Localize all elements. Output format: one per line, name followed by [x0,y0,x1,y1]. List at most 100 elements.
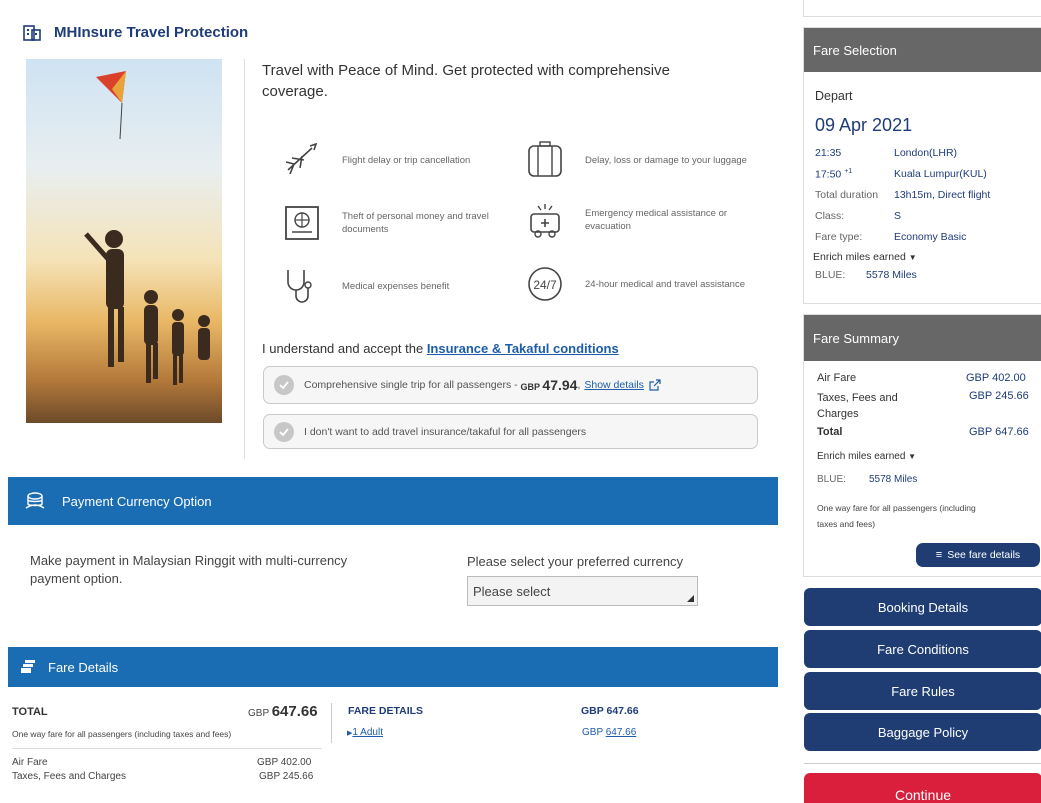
summary-taxes-label: Taxes, Fees and Charges [817,392,898,420]
air-fare-value: GBP 402.00 [257,757,312,768]
booking-details-button[interactable]: Booking Details [804,588,1041,626]
divider [244,59,245,459]
air-fare-label: Air Fare [12,757,48,768]
depart-label: Depart [815,89,853,103]
fare-summary-header: Fare Summary [804,315,1041,361]
nav-divider [804,763,1041,764]
currency-select-label: Please select your preferred currency [467,554,684,569]
option-scope: for all passengers [503,425,587,438]
total-label: TOTAL [12,706,48,718]
fare-details-header: FARE DETAILS [348,705,424,717]
faretype-label: Fare type: [815,231,863,243]
insurance-option-decline[interactable]: I don't want to add travel insurance/tak… [263,414,758,449]
dep-time: 21:35 [815,147,842,159]
benefit-medical: Medical expenses benefit [282,266,512,306]
money-stack-icon [21,660,35,673]
currency-description: Make payment in Malaysian Ringgit with m… [30,553,348,586]
benefit-emergency: Emergency medical assistance or evacuati… [525,200,755,240]
benefit-text: Delay, loss or damage to your luggage [585,154,747,166]
benefit-text: Flight delay or trip cancellation [342,154,471,166]
summary-note: One way fare for all passengers (includi… [817,503,976,529]
adult-row[interactable]: ▶1 Adult [347,727,383,738]
baggage-policy-button[interactable]: Baggage Policy [804,713,1041,751]
fare-selection-header: Fare Selection [804,28,1041,72]
total-amount: GBP 647.66 [248,703,318,720]
benefit-theft: Theft of personal money and travel docum… [282,203,512,243]
summary-air-fare-label: Air Fare [817,372,857,384]
benefit-luggage: Delay, loss or damage to your luggage [525,140,755,180]
insurance-headline: Travel with Peace of Mind. Get protected… [262,62,670,100]
coins-icon [25,492,45,509]
fare-summary-panel: Fare Summary [803,314,1041,577]
duration-label: Total duration [815,189,879,201]
taxes-label: Taxes, Fees and Charges [12,771,126,782]
tier-label: BLUE: [815,269,846,281]
taxes-value: GBP 245.66 [259,771,314,782]
summary-tier-miles: 5578 Miles [869,474,918,485]
benefit-text: Theft of personal money and travel docum… [342,211,489,235]
show-details-link[interactable]: Show details [584,379,644,391]
enrich-miles-toggle[interactable]: Enrich miles earned ▼ [813,251,917,263]
ambulance-icon [530,204,560,238]
luggage-icon [528,141,562,177]
passport-icon [285,206,319,240]
adult-amount: GBP 647.66 [582,727,637,738]
insurance-title: MHInsure Travel Protection [54,23,249,41]
stethoscope-icon [287,270,312,303]
summary-air-fare-value: GBP 402.00 [966,372,1026,384]
option-scope: for all passengers - [428,379,518,391]
option-label: I don't want to add travel insurance/tak… [304,425,501,438]
check-circle-icon[interactable] [274,375,294,395]
benefit-flight-delay: Flight delay or trip cancellation [282,140,512,180]
adult-link[interactable]: 1 Adult [352,727,383,738]
faretype-value: Economy Basic [894,231,967,243]
accept-terms: I understand and accept the Insurance & … [262,341,619,356]
building-icon [23,25,41,41]
external-link-icon[interactable] [649,379,661,391]
tier-miles: 5578 Miles [866,269,917,281]
option-price: GBP 47.94 [520,377,578,393]
list-icon: ≡ [935,549,943,561]
caret-down-icon: ▼ [908,452,917,461]
fare-rules-button[interactable]: Fare Rules [804,672,1041,710]
payment-currency-band: Payment Currency Option [8,477,778,525]
summary-enrich-toggle[interactable]: Enrich miles earned ▼ [817,451,916,462]
caret-down-icon: ▼ [908,253,917,262]
fare-rule [12,748,322,749]
summary-total-value: GBP 647.66 [969,426,1029,438]
arr-city: Kuala Lumpur(KUL) [894,168,987,180]
fare-divider [331,703,332,743]
total-note: One way fare for all passengers (includi… [12,729,232,739]
dropdown-arrow-icon [687,595,694,602]
summary-taxes-value: GBP 245.66 [969,390,1029,402]
check-circle-icon[interactable] [274,421,294,442]
arr-time: 17:50 +1 [815,168,853,181]
accept-text: I understand and accept the [262,341,424,356]
airplane-icon [285,142,318,175]
insurance-conditions-link[interactable]: Insurance & Takaful conditions [427,341,619,356]
depart-date: 09 Apr 2021 [815,115,913,135]
svg-text:24/7: 24/7 [533,278,557,292]
summary-tier-label: BLUE: [817,474,846,485]
see-fare-details-button[interactable]: ≡ See fare details [916,543,1040,567]
currency-select-value: Please select [473,584,551,599]
benefit-text: Emergency medical assistance or evacuati… [585,208,728,232]
continue-button[interactable]: Continue [804,773,1041,803]
band-title: Fare Details [48,659,119,675]
fare-conditions-button[interactable]: Fare Conditions [804,630,1041,668]
band-title: Payment Currency Option [62,493,212,509]
summary-total-label: Total [817,426,843,438]
beach-family-photo [26,59,222,423]
class-label: Class: [815,210,845,222]
currency-select[interactable]: Please select [467,576,698,606]
duration-value: 13h15m, Direct flight [894,189,991,201]
fare-details-amount: GBP 647.66 [581,705,639,717]
insurance-option-comprehensive[interactable]: Comprehensive single trip for all passen… [263,366,758,404]
fare-details-band: Fare Details [8,647,778,687]
top-panel-edge [803,0,1041,17]
insurance-title-row: MHInsure Travel Protection [22,22,248,42]
dep-city: London(LHR) [894,147,958,159]
benefit-assistance: 24/7 24-hour medical and travel assistan… [525,264,755,304]
benefit-text: Medical expenses benefit [342,280,450,292]
24-7-icon: 24/7 [528,267,562,301]
